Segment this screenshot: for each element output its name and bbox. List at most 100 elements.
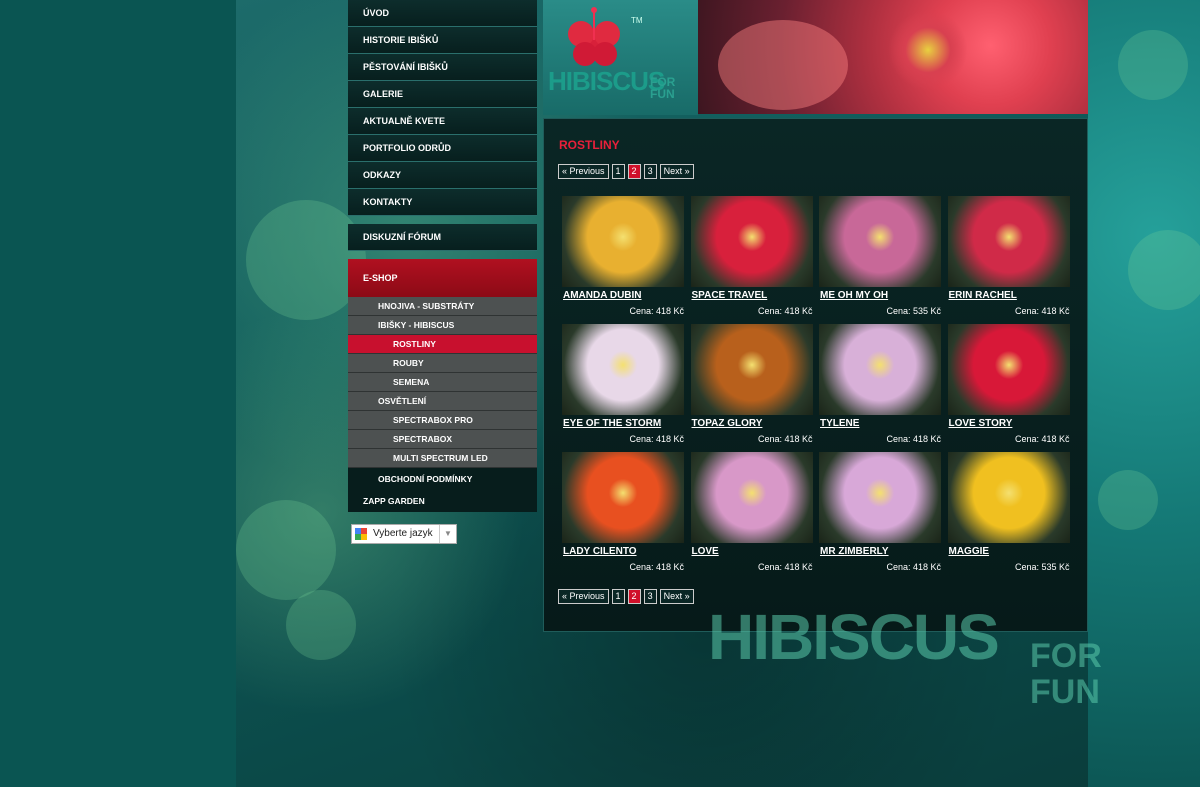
product-image[interactable] — [819, 324, 941, 415]
header-hibiscus-photo — [698, 0, 1088, 114]
product-card: LADY CILENTO Cena: 418 Kč — [562, 452, 684, 572]
watermark-for-fun: FOR FUN — [1030, 637, 1102, 711]
nav-item-eshop[interactable]: E-SHOP — [348, 259, 537, 297]
next-page-button[interactable]: Next » — [659, 589, 694, 604]
page-title: ROSTLINY — [559, 138, 620, 152]
language-select[interactable]: Vyberte jazyk ▼ — [351, 524, 457, 544]
product-card: ME OH MY OH Cena: 535 Kč — [819, 196, 941, 316]
pagination-top: « Previous 1 2 3 Next » — [558, 164, 694, 180]
subnav-item-obchodni[interactable]: OBCHODNÍ PODMÍNKY — [348, 468, 537, 490]
product-name-link[interactable]: ERIN RACHEL — [949, 290, 1017, 301]
product-card: TOPAZ GLORY Cena: 418 Kč — [690, 324, 813, 444]
product-name-link[interactable]: LOVE — [692, 546, 719, 557]
product-image[interactable] — [562, 196, 684, 287]
subnav-item-rostliny[interactable]: ROSTLINY — [348, 335, 537, 354]
subnav-item-ibisky[interactable]: IBIŠKY - HIBISCUS — [348, 316, 537, 335]
subnav-item-osvetleni[interactable]: OSVĚTLENÍ — [348, 392, 537, 411]
product-name-link[interactable]: MAGGIE — [949, 546, 990, 557]
product-image[interactable] — [562, 324, 684, 415]
product-price: Cena: 418 Kč — [757, 434, 813, 444]
product-image[interactable] — [562, 452, 684, 543]
nav-item-pestovani[interactable]: PĚSTOVÁNÍ IBIŠKŮ — [348, 54, 537, 81]
nav-item-forum[interactable]: DISKUZNÍ FÓRUM — [348, 224, 537, 251]
product-name-link[interactable]: LADY CILENTO — [563, 546, 637, 557]
nav-item-galerie[interactable]: GALERIE — [348, 81, 537, 108]
product-price: Cena: 418 Kč — [629, 306, 684, 316]
subnav-item-hnojiva[interactable]: HNOJIVA - SUBSTRÁTY — [348, 297, 537, 316]
page-link-2-current[interactable]: 2 — [627, 164, 641, 179]
product-name-link[interactable]: LOVE STORY — [949, 418, 1013, 429]
product-card: LOVE Cena: 418 Kč — [690, 452, 813, 572]
product-name-link[interactable]: MR ZIMBERLY — [820, 546, 889, 557]
main-navigation: ÚVOD HISTORIE IBIŠKŮ PĚSTOVÁNÍ IBIŠKŮ GA… — [348, 0, 537, 512]
subnav-item-spectrabox[interactable]: SPECTRABOX — [348, 430, 537, 449]
nav-item-historie[interactable]: HISTORIE IBIŠKŮ — [348, 27, 537, 54]
product-name-link[interactable]: ME OH MY OH — [820, 290, 888, 301]
previous-page-button[interactable]: « Previous — [558, 164, 609, 179]
product-price: Cena: 418 Kč — [757, 306, 813, 316]
product-card: SPACE TRAVEL Cena: 418 Kč — [690, 196, 813, 316]
next-page-button[interactable]: Next » — [659, 164, 694, 179]
product-image[interactable] — [690, 196, 813, 287]
product-name-link[interactable]: SPACE TRAVEL — [692, 290, 768, 301]
product-image[interactable] — [690, 452, 813, 543]
decorative-flower — [236, 500, 336, 600]
product-card: MR ZIMBERLY Cena: 418 Kč — [819, 452, 941, 572]
product-price: Cena: 535 Kč — [886, 306, 941, 316]
nav-item-aktualne[interactable]: AKTUALNĚ KVETE — [348, 108, 537, 135]
nav-item-portfolio[interactable]: PORTFOLIO ODRŮD — [348, 135, 537, 162]
product-price: Cena: 418 Kč — [629, 562, 684, 572]
logo-text: HIBISCUS — [548, 66, 665, 96]
page-link-1[interactable]: 1 — [611, 164, 625, 179]
product-name-link[interactable]: EYE OF THE STORM — [563, 418, 661, 429]
product-price: Cena: 418 Kč — [1014, 434, 1070, 444]
subnav-item-rouby[interactable]: ROUBY — [348, 354, 537, 373]
subnav-item-spectrabox-pro[interactable]: SPECTRABOX PRO — [348, 411, 537, 430]
hibiscus-logo-icon — [568, 7, 620, 66]
product-price: Cena: 418 Kč — [757, 562, 813, 572]
product-name-link[interactable]: TYLENE — [820, 418, 859, 429]
page-link-2-current[interactable]: 2 — [627, 589, 641, 604]
product-image[interactable] — [819, 452, 941, 543]
decorative-flower — [1128, 230, 1200, 310]
product-card: LOVE STORY Cena: 418 Kč — [947, 324, 1070, 444]
nav-item-zapp-garden[interactable]: ZAPP GARDEN — [348, 490, 537, 512]
previous-page-button[interactable]: « Previous — [558, 589, 609, 604]
decorative-flower — [1118, 30, 1188, 100]
product-image[interactable] — [947, 452, 1070, 543]
logo-for-fun: FOR FUN — [650, 75, 676, 101]
page-link-1[interactable]: 1 — [611, 589, 625, 604]
product-card: TYLENE Cena: 418 Kč — [819, 324, 941, 444]
subnav-item-multi-spectrum[interactable]: MULTI SPECTRUM LED — [348, 449, 537, 468]
page-link-3[interactable]: 3 — [643, 164, 657, 179]
nav-item-kontakty[interactable]: KONTAKTY — [348, 189, 537, 216]
page-background-right — [1088, 0, 1200, 787]
product-image[interactable] — [947, 324, 1070, 415]
decorative-flower — [1098, 470, 1158, 530]
product-card: MAGGIE Cena: 535 Kč — [947, 452, 1070, 572]
watermark-logo: HIBISCUS — [708, 601, 1000, 673]
nav-item-odkazy[interactable]: ODKAZY — [348, 162, 537, 189]
product-price: Cena: 535 Kč — [1014, 562, 1070, 572]
product-image[interactable] — [947, 196, 1070, 287]
subnav-item-semena[interactable]: SEMENA — [348, 373, 537, 392]
nav-item-uvod[interactable]: ÚVOD — [348, 0, 537, 27]
chevron-down-icon: ▼ — [439, 525, 456, 543]
product-price: Cena: 418 Kč — [629, 434, 684, 444]
product-image[interactable] — [690, 324, 813, 415]
product-price: Cena: 418 Kč — [886, 562, 941, 572]
product-price: Cena: 418 Kč — [886, 434, 941, 444]
product-name-link[interactable]: AMANDA DUBIN — [563, 290, 642, 301]
product-image[interactable] — [819, 196, 941, 287]
page-background-left — [0, 0, 236, 787]
pagination-bottom: « Previous 1 2 3 Next » — [558, 589, 694, 605]
product-card: ERIN RACHEL Cena: 418 Kč — [947, 196, 1070, 316]
decorative-flower — [286, 590, 356, 660]
content-panel: ROSTLINY « Previous 1 2 3 Next » AMANDA … — [543, 118, 1088, 632]
google-translate-icon — [355, 528, 367, 540]
language-label: Vyberte jazyk — [373, 528, 433, 539]
product-name-link[interactable]: TOPAZ GLORY — [692, 418, 763, 429]
trademark-mark: TM — [631, 16, 643, 25]
page-link-3[interactable]: 3 — [643, 589, 657, 604]
product-card: EYE OF THE STORM Cena: 418 Kč — [562, 324, 684, 444]
